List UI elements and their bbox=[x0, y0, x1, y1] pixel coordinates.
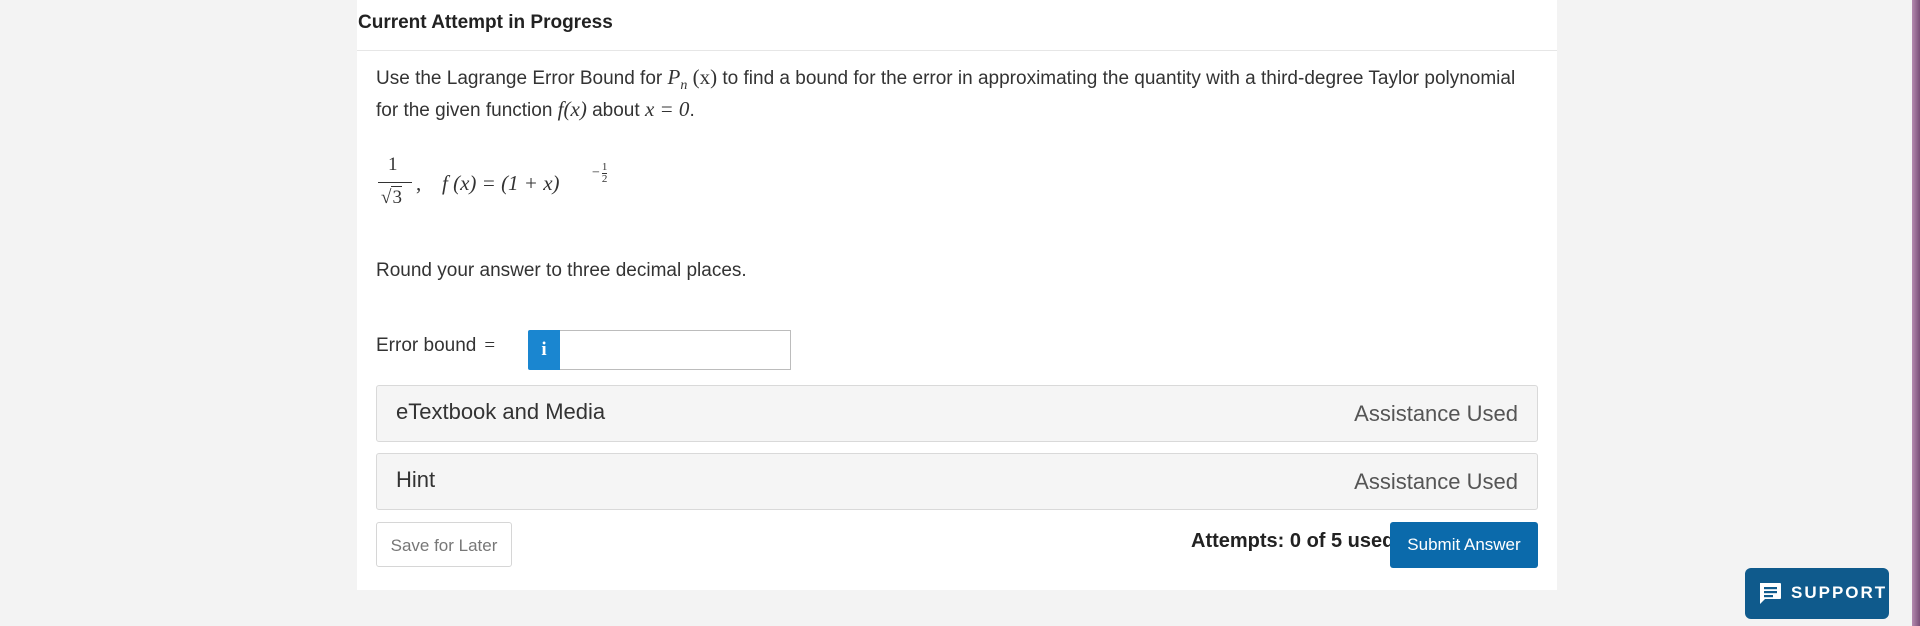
rounding-instruction: Round your answer to three decimal place… bbox=[376, 260, 747, 281]
panel-title: eTextbook and Media bbox=[396, 399, 606, 424]
assistance-status: Assistance Used bbox=[1354, 469, 1518, 494]
question-card: Current Attempt in Progress Use the Lagr… bbox=[357, 0, 1557, 590]
question-intro: Use the Lagrange Error Bound for bbox=[376, 68, 663, 89]
question-text: Use the Lagrange Error Bound for Pn (x) … bbox=[376, 65, 1516, 121]
attempts-counter: Attempts: 0 of 5 used bbox=[1191, 530, 1395, 552]
function-symbol: f(x) bbox=[557, 97, 587, 121]
page-title: Current Attempt in Progress bbox=[358, 12, 613, 33]
support-label: SUPPORT bbox=[1791, 583, 1888, 602]
support-button[interactable]: SUPPORT bbox=[1745, 568, 1889, 619]
answer-label: Error bound = bbox=[376, 335, 496, 356]
question-about: about bbox=[586, 100, 645, 121]
pn-symbol: Pn (x) bbox=[667, 65, 718, 93]
expansion-point: x = 0 bbox=[644, 97, 690, 121]
card-header: Current Attempt in Progress bbox=[357, 0, 1557, 51]
panel-title: Hint bbox=[396, 467, 436, 492]
submit-answer-button[interactable]: Submit Answer bbox=[1390, 522, 1538, 568]
function-definition: f (x) = (1 + x) bbox=[442, 171, 560, 195]
assistance-status: Assistance Used bbox=[1354, 401, 1518, 426]
hint-panel[interactable]: Hint Assistance Used bbox=[376, 453, 1538, 510]
info-icon[interactable]: i bbox=[528, 330, 560, 370]
error-bound-input[interactable] bbox=[560, 330, 791, 370]
fraction-denominator: √3 bbox=[381, 186, 402, 208]
chat-icon bbox=[1760, 583, 1781, 604]
fraction-bar bbox=[378, 182, 412, 183]
function-exponent: −1 2 bbox=[592, 161, 608, 185]
save-for-later-button[interactable]: Save for Later bbox=[376, 522, 512, 567]
formula-comma: , bbox=[416, 171, 422, 195]
etextbook-panel[interactable]: eTextbook and Media Assistance Used bbox=[376, 385, 1538, 442]
fraction-numerator: 1 bbox=[388, 154, 398, 175]
window-edge bbox=[1912, 0, 1920, 626]
